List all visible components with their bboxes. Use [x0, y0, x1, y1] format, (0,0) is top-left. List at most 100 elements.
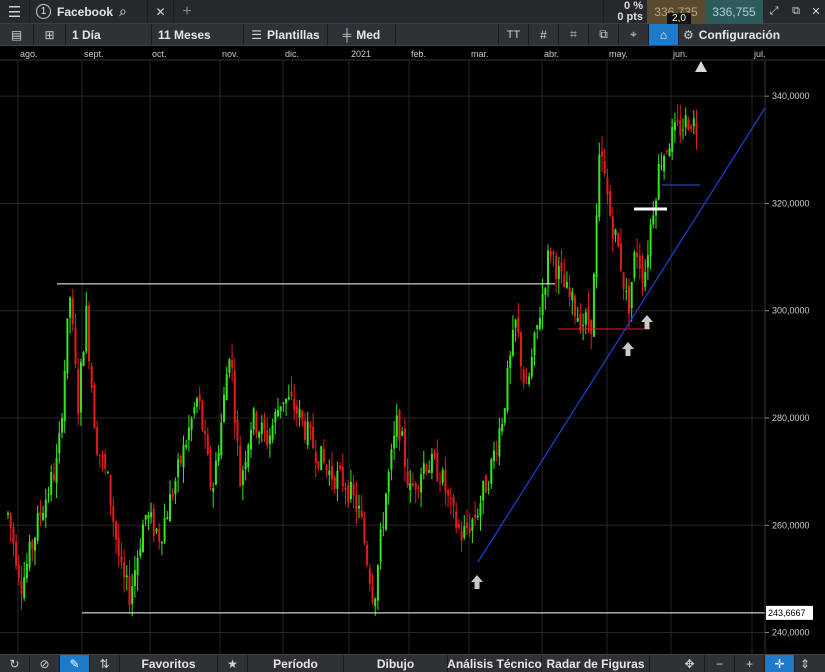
- pencil-icon[interactable]: ✎: [60, 655, 90, 672]
- move-icon[interactable]: ✥: [675, 655, 705, 672]
- period-button[interactable]: Período: [248, 655, 344, 672]
- candle-down: [98, 454, 101, 456]
- candle-down: [522, 369, 525, 384]
- buy-price-button[interactable]: 336,755: [705, 0, 763, 24]
- candle-down: [457, 523, 460, 528]
- sort-icon[interactable]: ⇅: [90, 655, 120, 672]
- candle-up: [85, 305, 88, 352]
- close-icon[interactable]: ✕: [148, 0, 174, 23]
- grid-icon[interactable]: #: [529, 24, 559, 45]
- templates-button[interactable]: ☰ Plantillas: [244, 24, 328, 45]
- candle-up: [349, 482, 352, 500]
- candle-down: [579, 313, 582, 331]
- price-chart[interactable]: ago. sept. oct. nov. dic. 2021 feb. mar. abr. may…: [0, 46, 825, 654]
- configuration-button[interactable]: ⚙ Configuración: [679, 24, 784, 45]
- plus-icon[interactable]: +: [174, 0, 200, 23]
- candle-up: [536, 325, 539, 330]
- candle-up: [463, 526, 466, 538]
- candle-up: [490, 458, 493, 484]
- candle-down: [619, 243, 622, 271]
- close-window-icon[interactable]: ✕: [807, 0, 825, 23]
- candle-up: [142, 524, 144, 553]
- buy-price: 336,755: [712, 4, 756, 19]
- candle-up: [44, 499, 47, 518]
- candle-up: [441, 470, 444, 483]
- candle-down: [344, 487, 347, 491]
- search-icon[interactable]: ⌕: [119, 3, 127, 20]
- instrument-tab[interactable]: 1 Facebook ⌕: [30, 0, 148, 23]
- candle-down: [158, 529, 161, 542]
- candle-down: [290, 391, 293, 397]
- candle-down: [560, 262, 563, 272]
- expand-icon[interactable]: ⤢: [763, 0, 785, 23]
- pattern-radar-label: Radar de Figuras: [546, 656, 645, 671]
- target-icon[interactable]: ⌖: [619, 24, 649, 45]
- refresh-icon[interactable]: ↻: [0, 655, 30, 672]
- price-label: 280,0000: [772, 413, 810, 423]
- candle-down: [293, 398, 296, 410]
- vertical-resize-icon[interactable]: ⇕: [795, 655, 815, 672]
- candle-down: [31, 541, 34, 549]
- candle-down: [112, 506, 115, 523]
- candle-up: [660, 166, 663, 168]
- price-label: 260,0000: [772, 520, 810, 530]
- chart-type-button[interactable]: ╪ Med: [328, 24, 396, 45]
- candle-down: [171, 493, 174, 497]
- candle-up: [401, 431, 404, 436]
- crosshair-icon[interactable]: ✛: [765, 655, 795, 672]
- candle-up: [185, 444, 188, 448]
- text-size-icon[interactable]: TT: [499, 24, 529, 45]
- drawing-button[interactable]: Dibujo: [344, 655, 448, 672]
- interval-select[interactable]: 1 Día: [66, 24, 152, 45]
- zoom-in-icon[interactable]: +: [735, 655, 765, 672]
- candle-up: [374, 598, 377, 607]
- candle-down: [325, 465, 328, 470]
- cancel-icon[interactable]: ⊘: [30, 655, 60, 672]
- tag-icon[interactable]: ⌂: [649, 24, 679, 45]
- candle-up: [136, 557, 139, 576]
- range-select[interactable]: 11 Meses: [152, 24, 244, 45]
- candle-down: [455, 511, 458, 528]
- favorites-button[interactable]: Favoritos: [120, 655, 218, 672]
- candle-down: [309, 424, 312, 429]
- pattern-radar-button[interactable]: Radar de Figuras: [542, 655, 650, 672]
- candle-up: [582, 325, 585, 327]
- candle-down: [301, 410, 304, 420]
- candle-up: [657, 163, 660, 200]
- candle-up: [409, 483, 412, 490]
- candle-down: [552, 251, 555, 255]
- candle-up: [217, 452, 220, 462]
- hamburger-icon[interactable]: ☰: [0, 0, 30, 23]
- instrument-name: Facebook: [57, 4, 114, 19]
- candle-up: [220, 422, 223, 456]
- technical-analysis-button[interactable]: Análisis Técnico: [447, 655, 542, 672]
- candle-up: [277, 410, 279, 417]
- candle-up: [63, 370, 66, 422]
- list-icon[interactable]: ▤: [0, 24, 34, 45]
- candle-down: [17, 564, 20, 578]
- candle-down: [568, 287, 571, 298]
- windows-icon[interactable]: ⧉: [589, 24, 619, 45]
- popout-icon[interactable]: ⧉: [785, 0, 807, 23]
- month-label: 2021: [351, 49, 371, 59]
- candle-up: [328, 470, 331, 475]
- candle-down: [239, 445, 242, 487]
- candle-down: [574, 296, 576, 317]
- candle-up: [382, 526, 385, 528]
- month-label: mar.: [471, 49, 489, 59]
- candle-down: [641, 266, 644, 284]
- layout-icon[interactable]: ⊞: [34, 24, 66, 45]
- candle-down: [622, 272, 625, 290]
- candle-down: [355, 494, 358, 513]
- candle-down: [339, 465, 342, 469]
- candle-up: [61, 418, 63, 433]
- candle-up: [673, 122, 676, 131]
- crosshair-grid-icon[interactable]: ⌗: [559, 24, 589, 45]
- candle-down: [433, 452, 436, 458]
- candle-up: [390, 449, 393, 470]
- zoom-out-icon[interactable]: −: [705, 655, 735, 672]
- candle-up: [646, 255, 649, 268]
- star-icon[interactable]: ★: [218, 655, 248, 672]
- candle-down: [368, 568, 371, 584]
- candle-up: [598, 154, 601, 218]
